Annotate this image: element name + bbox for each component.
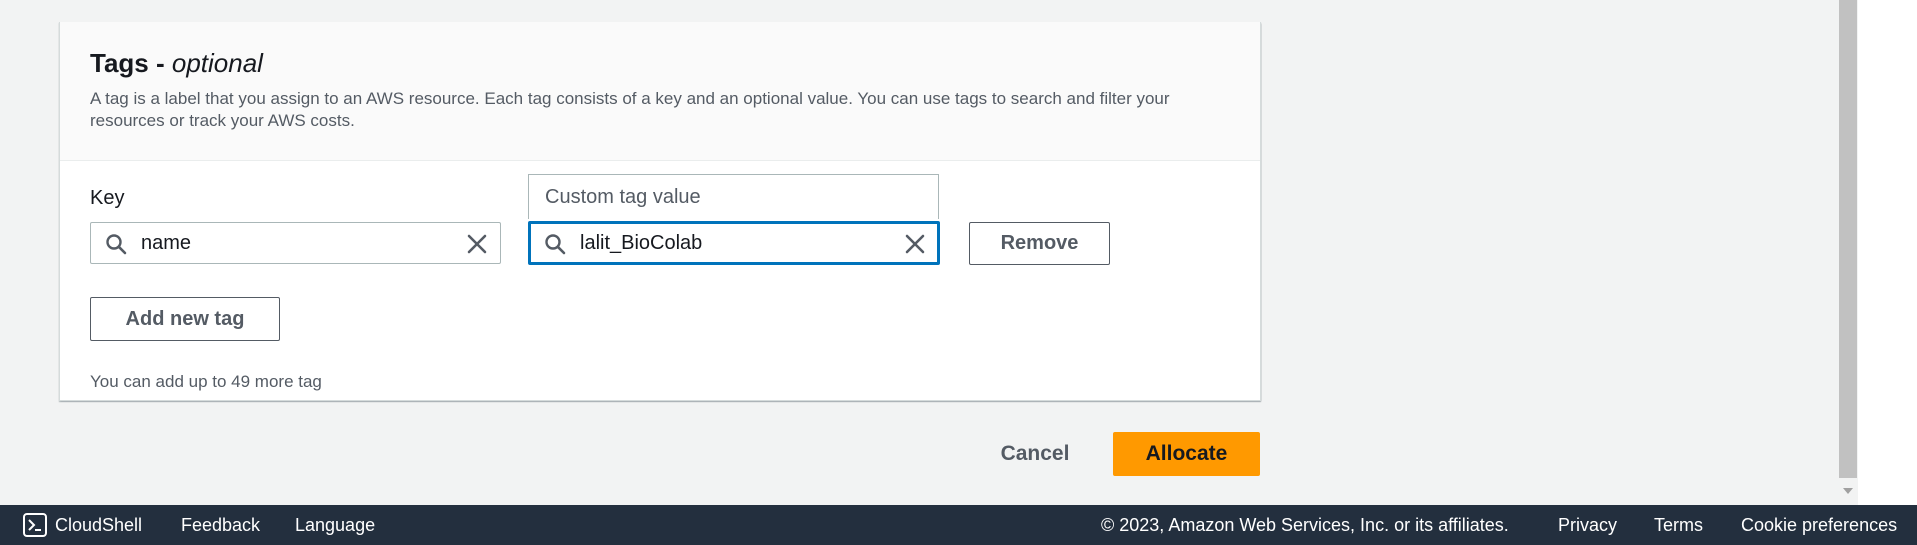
copyright-text: © 2023, Amazon Web Services, Inc. or its…: [1101, 514, 1509, 535]
key-label: Key: [90, 187, 125, 209]
terms-link[interactable]: Terms: [1654, 505, 1703, 545]
right-blank-pane: [1858, 0, 1917, 505]
cloudshell-icon: [23, 513, 47, 537]
privacy-link[interactable]: Privacy: [1558, 505, 1617, 545]
search-icon: [545, 234, 566, 255]
tags-title-optional: optional: [171, 48, 263, 78]
dropdown-option-custom-tag-value[interactable]: Custom tag value: [545, 186, 701, 209]
tag-key-input[interactable]: [141, 229, 421, 257]
tags-title-text: Tags -: [90, 48, 172, 78]
cloudshell-link[interactable]: CloudShell: [23, 505, 142, 545]
close-icon[interactable]: [904, 233, 926, 255]
scroll-down-arrow-icon[interactable]: [1841, 485, 1855, 497]
add-new-tag-button[interactable]: Add new tag: [90, 297, 280, 341]
tags-panel: Tags - optional A tag is a label that yo…: [59, 22, 1261, 401]
language-link[interactable]: Language: [295, 505, 375, 545]
feedback-link[interactable]: Feedback: [181, 505, 260, 545]
tags-title: Tags - optional: [90, 48, 263, 79]
tags-description: A tag is a label that you assign to an A…: [90, 89, 1170, 130]
tag-value-field[interactable]: [528, 221, 940, 265]
cancel-button[interactable]: Cancel: [985, 432, 1085, 476]
tag-key-field[interactable]: [90, 222, 501, 264]
cloudshell-label: CloudShell: [55, 514, 143, 535]
page-background: Tags - optional A tag is a label that yo…: [0, 0, 1838, 505]
scrollbar-thumb[interactable]: [1839, 0, 1857, 478]
close-icon[interactable]: [466, 233, 488, 255]
allocate-button[interactable]: Allocate: [1113, 432, 1260, 476]
tag-limit-hint: You can add up to 49 more tag: [90, 372, 322, 391]
cookie-preferences-link[interactable]: Cookie preferences: [1741, 505, 1897, 545]
tag-value-input[interactable]: [580, 229, 860, 257]
remove-tag-button[interactable]: Remove: [969, 222, 1110, 265]
tags-panel-header: Tags - optional A tag is a label that yo…: [60, 22, 1260, 161]
tag-value-dropdown[interactable]: Custom tag value: [528, 174, 939, 219]
search-icon: [106, 234, 127, 255]
console-footer: CloudShell Feedback Language © 2023, Ama…: [0, 505, 1917, 545]
